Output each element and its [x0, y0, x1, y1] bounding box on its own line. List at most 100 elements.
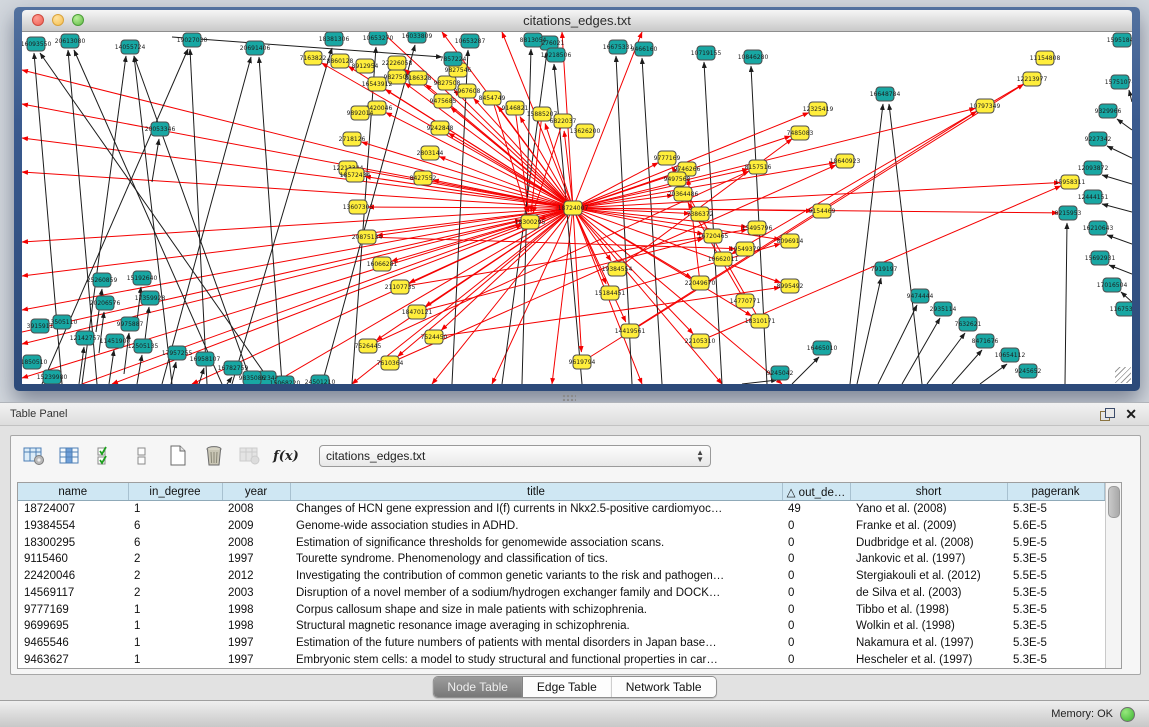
graph-node[interactable]: 8995492	[777, 279, 804, 293]
graph-node[interactable]: 7163822	[300, 51, 327, 65]
graph-node[interactable]: 9466160	[631, 42, 658, 56]
graph-node[interactable]: 18381306	[319, 32, 350, 46]
table-settings-icon[interactable]	[19, 442, 49, 470]
graph-node[interactable]: 8096914	[777, 234, 804, 248]
graph-node[interactable]: 12142757	[70, 331, 101, 345]
graph-node[interactable]: 10719155	[691, 46, 722, 60]
graph-node[interactable]: 11850510	[22, 355, 47, 369]
graph-node[interactable]: 8471676	[972, 334, 999, 348]
zoom-window-button[interactable]	[72, 14, 84, 26]
table-row[interactable]: 977716911998Corpus callosum shape and si…	[18, 601, 1104, 618]
graph-node[interactable]: 16093550	[22, 37, 51, 51]
table-row[interactable]: 1456911722003Disruption of a novel membe…	[18, 584, 1104, 601]
table-row[interactable]: 1938455462009Genome-wide association stu…	[18, 518, 1104, 535]
graph-node[interactable]: 11154808	[1030, 51, 1061, 65]
table-row[interactable]: 946362711997Embryonic stem cells: a mode…	[18, 651, 1104, 668]
graph-node[interactable]: 20206576	[90, 296, 121, 310]
graph-node[interactable]: 2803144	[417, 146, 444, 160]
graph-node[interactable]: 12213977	[1017, 72, 1048, 86]
graph-node[interactable]: 9242848	[427, 121, 454, 135]
graph-node[interactable]: 6822037	[550, 114, 577, 128]
graph-node[interactable]: 10846280	[738, 50, 769, 64]
graph-node[interactable]: 17016504	[1097, 278, 1128, 292]
column-header-name[interactable]: name	[18, 483, 128, 501]
table-scrollbar-thumb[interactable]	[1108, 486, 1120, 518]
function-builder-icon[interactable]: f(x)	[271, 442, 301, 470]
table-scrollbar[interactable]	[1105, 483, 1121, 668]
graph-node[interactable]: 12505135	[128, 339, 159, 353]
hide-rows-icon[interactable]	[127, 442, 157, 470]
column-header-indegree[interactable]: in_degree	[128, 483, 222, 501]
graph-node[interactable]: 9146821	[502, 101, 529, 115]
graph-node[interactable]: 15951840	[1107, 33, 1132, 47]
column-header-short[interactable]: short	[850, 483, 1007, 501]
graph-node[interactable]: 9475685	[430, 94, 457, 108]
table-row[interactable]: 911546021997Tourette syndrome. Phenomeno…	[18, 551, 1104, 568]
column-header-year[interactable]: year	[222, 483, 290, 501]
select-all-icon[interactable]	[91, 442, 121, 470]
network-window-titlebar[interactable]: citations_edges.txt	[22, 10, 1132, 32]
graph-node[interactable]: 20053346	[145, 122, 176, 136]
graph-node[interactable]: 16675331	[603, 40, 634, 54]
column-header-pagerank[interactable]: pagerank	[1007, 483, 1104, 501]
column-header-outde[interactable]: △ out_de…	[782, 483, 850, 501]
graph-node[interactable]: 8860128	[327, 54, 354, 68]
graph-node[interactable]: 15192640	[127, 271, 158, 285]
graph-node[interactable]: 7919197	[871, 262, 898, 276]
graph-node[interactable]: 2935114	[930, 302, 957, 316]
graph-node[interactable]: 8186328	[405, 71, 432, 85]
close-panel-icon[interactable]: ✕	[1125, 408, 1137, 421]
graph-node[interactable]: 10654112	[995, 348, 1026, 362]
tab-network-table[interactable]: Network Table	[612, 677, 716, 697]
graph-node[interactable]: 9474444	[907, 289, 934, 303]
graph-node[interactable]: 20364486	[668, 187, 699, 201]
graph-node[interactable]: 22226058	[382, 56, 413, 70]
graph-node[interactable]: 10797349	[970, 99, 1001, 113]
delete-table-icon[interactable]	[199, 442, 229, 470]
graph-node[interactable]: 16066281	[367, 257, 398, 271]
graph-node[interactable]: 7485083	[787, 126, 814, 140]
graph-node[interactable]: 10653270	[363, 32, 394, 45]
graph-node[interactable]: 9227342	[1085, 132, 1112, 146]
tab-edge-table[interactable]: Edge Table	[523, 677, 612, 697]
graph-node[interactable]: 16465010	[807, 341, 838, 355]
graph-node[interactable]: 9619794	[569, 355, 596, 369]
graph-node[interactable]: 8157516	[745, 160, 772, 174]
network-canvas[interactable]: 1872400771638228860128891295422226058982…	[22, 32, 1132, 384]
graph-node[interactable]: 9777169	[654, 151, 681, 165]
graph-node[interactable]: 24501210	[305, 375, 336, 384]
graph-node[interactable]: 8454749	[479, 91, 506, 105]
graph-node[interactable]: 15751074	[1105, 75, 1132, 89]
table-row[interactable]: 1830029562008Estimation of significance …	[18, 534, 1104, 551]
graph-node[interactable]: 25260859	[87, 273, 118, 287]
graph-node[interactable]: 10653287	[455, 34, 486, 48]
graph-node[interactable]: 2718126	[339, 132, 366, 146]
graph-node[interactable]: 10549379	[730, 242, 761, 256]
graph-node[interactable]: 16958107	[190, 352, 221, 366]
show-columns-icon[interactable]	[55, 442, 85, 470]
graph-node[interactable]: 12444151	[1078, 190, 1109, 204]
graph-node[interactable]: 19027030	[177, 33, 208, 47]
graph-node[interactable]: 7524450	[421, 330, 448, 344]
graph-node[interactable]: 19384554	[602, 262, 633, 276]
graph-node[interactable]: 9329966	[1095, 104, 1122, 118]
import-table-icon[interactable]	[235, 442, 265, 470]
window-resize-grip[interactable]	[1115, 367, 1131, 383]
graph-node[interactable]: 20613080	[55, 34, 86, 48]
graph-node[interactable]: 9245652	[1015, 364, 1042, 378]
graph-node[interactable]: 14055724	[115, 40, 146, 54]
graph-node[interactable]: 12325419	[803, 102, 834, 116]
graph-node[interactable]: 2967608	[454, 84, 481, 98]
table-row[interactable]: 2242004622012Investigating the contribut…	[18, 568, 1104, 585]
graph-node[interactable]: 8215953	[1055, 206, 1082, 220]
graph-node[interactable]: 16033809	[402, 32, 433, 43]
graph-node[interactable]: 9154469	[809, 204, 836, 218]
tab-node-table[interactable]: Node Table	[433, 677, 523, 697]
graph-node[interactable]: 18470121	[402, 305, 433, 319]
new-table-icon[interactable]	[163, 442, 193, 470]
graph-node[interactable]: 7632621	[955, 317, 982, 331]
graph-node[interactable]: 13626200	[570, 124, 601, 138]
graph-node[interactable]: 9245042	[767, 366, 794, 380]
graph-node[interactable]: 20691406	[240, 41, 271, 55]
graph-node[interactable]: 7610364	[377, 356, 404, 370]
